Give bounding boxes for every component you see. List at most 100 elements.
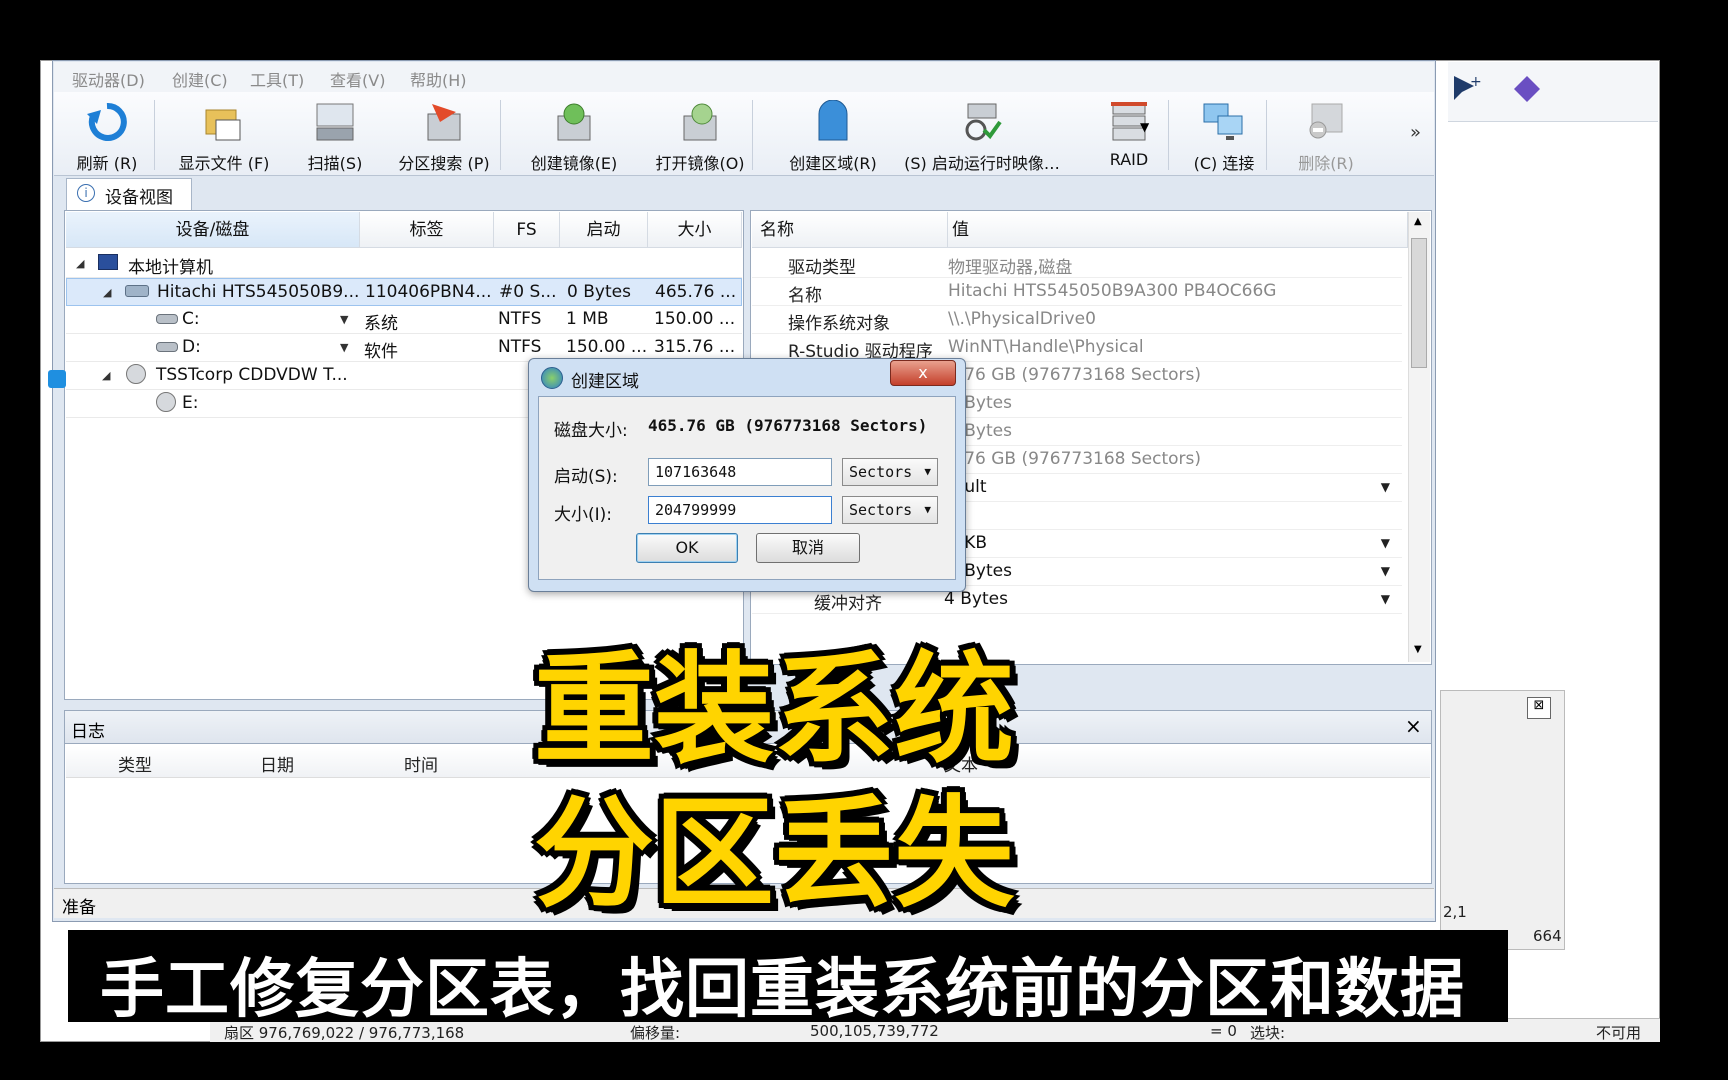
refresh-button[interactable]: 刷新 (R): [64, 96, 150, 174]
status-ready: 准备: [62, 898, 96, 918]
connect-button[interactable]: (C) 连接: [1174, 96, 1274, 174]
disc-icon: [156, 392, 176, 412]
app-logo-icon: [541, 367, 563, 389]
open-image-icon: [683, 103, 717, 141]
side-pin-icon[interactable]: [48, 370, 66, 388]
tab-device-view[interactable]: i 设备视图: [66, 178, 192, 210]
scan-icon: [316, 103, 354, 141]
column-fs[interactable]: FS: [494, 212, 560, 248]
partition-icon: [156, 314, 178, 324]
dialog-close-button[interactable]: x: [890, 360, 956, 386]
disk-size-label: 磁盘大小:: [554, 421, 628, 441]
caption-title-line2: 分区丢失: [534, 785, 1014, 924]
tree-row-hitachi-disk[interactable]: ◢ Hitachi HTS545050B9... 110406PBN4... #…: [66, 278, 742, 306]
delete-button[interactable]: 删除(R): [1276, 96, 1376, 174]
cancel-button[interactable]: 取消: [756, 533, 860, 563]
column-value[interactable]: 值: [948, 212, 1408, 248]
chevron-down-icon: ▼: [924, 465, 931, 478]
size-input[interactable]: 204799999: [648, 496, 832, 524]
disk-size-value: 465.76 GB (976773168 Sectors): [648, 416, 928, 435]
menu-help[interactable]: 帮助(H): [410, 67, 467, 91]
startup-image-icon: [965, 103, 1002, 141]
open-image-button[interactable]: 打开镜像(O): [638, 96, 762, 174]
dropdown-icon[interactable]: ▼: [340, 313, 348, 326]
background-toolbar: +: [1448, 62, 1658, 122]
column-start[interactable]: 启动: [560, 212, 648, 248]
log-close-icon[interactable]: ×: [1405, 714, 1422, 738]
side-value-2: 664: [1533, 927, 1562, 945]
start-unit-select[interactable]: Sectors ▼: [842, 458, 938, 486]
background-side-panel: ⊠ 2,1 664: [1440, 690, 1565, 950]
collapse-icon[interactable]: ◢: [103, 286, 111, 299]
pointer-add-icon[interactable]: +: [1448, 72, 1482, 106]
side-value-1: 2,1: [1443, 903, 1467, 921]
toolbar-separator: [1266, 100, 1267, 170]
toolbar: 刷新 (R) 显示文件 (F) 扫描(S) 分区搜索 (P) 创建镜像(E) 打…: [54, 92, 1434, 176]
scroll-up-icon[interactable]: ▲: [1414, 216, 1422, 227]
menu-create[interactable]: 创建(C): [172, 67, 228, 91]
prop-row[interactable]: 名称 Hitachi HTS545050B9A300 PB4OC66G: [752, 278, 1402, 306]
diamond-tool-icon[interactable]: [1510, 72, 1544, 106]
cd-drive-icon: [126, 364, 146, 384]
scan-button[interactable]: 扫描(S): [290, 96, 380, 174]
subtitle-text: 手工修复分区表，找回重装系统前的分区和数据: [100, 953, 1465, 1027]
scroll-down-icon[interactable]: ▼: [1414, 644, 1422, 655]
column-name[interactable]: 名称: [752, 212, 948, 248]
partition-search-button[interactable]: 分区搜索 (P): [384, 96, 504, 174]
column-size[interactable]: 大小: [648, 212, 742, 248]
log-title: 日志: [71, 722, 105, 742]
partition-search-icon: [427, 104, 461, 141]
menu-view[interactable]: 查看(V): [330, 67, 385, 91]
start-label: 启动(S):: [554, 467, 618, 487]
create-image-button[interactable]: 创建镜像(E): [514, 96, 634, 174]
raid-dropdown-icon[interactable]: ▼: [1140, 120, 1149, 134]
prop-row[interactable]: 操作系统对象 \\.\PhysicalDrive0: [752, 306, 1402, 334]
partition-icon: [156, 342, 178, 352]
dropdown-icon: ▼: [1380, 536, 1390, 550]
dropdown-icon: ▼: [1380, 480, 1390, 494]
dropdown-icon: ▼: [1380, 592, 1390, 606]
tree-row-partition-c[interactable]: C: ▼ 系统 NTFS 1 MB 150.00 ...: [66, 306, 742, 334]
scroll-thumb[interactable]: [1411, 238, 1427, 368]
toolbar-overflow-button[interactable]: »: [1410, 122, 1421, 143]
ok-button[interactable]: OK: [636, 533, 738, 563]
create-region-button[interactable]: 创建区域(R): [770, 96, 896, 174]
log-column-date[interactable]: 日期: [260, 751, 294, 776]
properties-scrollbar[interactable]: ▲ ▼: [1408, 212, 1430, 662]
toolbar-separator: [752, 100, 753, 170]
dropdown-icon[interactable]: ▼: [340, 341, 348, 354]
refresh-icon: [87, 102, 127, 141]
svg-text:+: +: [1470, 74, 1482, 90]
log-column-type[interactable]: 类型: [118, 751, 152, 776]
toolbar-separator: [500, 100, 501, 170]
column-label[interactable]: 标签: [360, 212, 494, 248]
panel-close-icon[interactable]: ⊠: [1527, 697, 1551, 719]
toolbar-separator: [1168, 100, 1169, 170]
hard-disk-icon: [125, 285, 149, 297]
computer-icon: [98, 254, 118, 270]
menu-bar: 驱动器(D) 创建(C) 工具(T) 查看(V) 帮助(H): [54, 62, 1434, 92]
column-device-disk[interactable]: 设备/磁盘: [66, 212, 360, 248]
startup-image-button[interactable]: (S) 启动运行时映像…: [894, 96, 1070, 174]
prop-row[interactable]: 驱动类型 物理驱动器,磁盘: [752, 250, 1402, 278]
show-files-button[interactable]: 显示文件 (F): [164, 96, 284, 174]
info-icon: i: [77, 184, 95, 202]
collapse-icon[interactable]: ◢: [76, 257, 84, 270]
raid-button[interactable]: RAID: [1084, 96, 1174, 174]
size-label: 大小(I):: [554, 505, 613, 525]
unavailable-label: 不可用: [1596, 1024, 1642, 1042]
folder-files-icon: [205, 109, 241, 141]
start-input[interactable]: 107163648: [648, 458, 832, 486]
size-unit-select[interactable]: Sectors ▼: [842, 496, 938, 524]
tree-row-local-computer[interactable]: ◢ 本地计算机: [66, 250, 742, 278]
collapse-icon[interactable]: ◢: [102, 369, 110, 382]
dropdown-icon: ▼: [1380, 564, 1390, 578]
tab-bar: [54, 176, 1434, 210]
toolbar-separator: [154, 100, 155, 170]
menu-tools[interactable]: 工具(T): [250, 67, 304, 91]
chevron-down-icon: ▼: [924, 503, 931, 516]
menu-drive[interactable]: 驱动器(D): [72, 67, 145, 91]
monitors-connect-icon: [1203, 103, 1243, 140]
create-region-icon: [818, 100, 848, 141]
log-column-time[interactable]: 时间: [404, 751, 438, 776]
